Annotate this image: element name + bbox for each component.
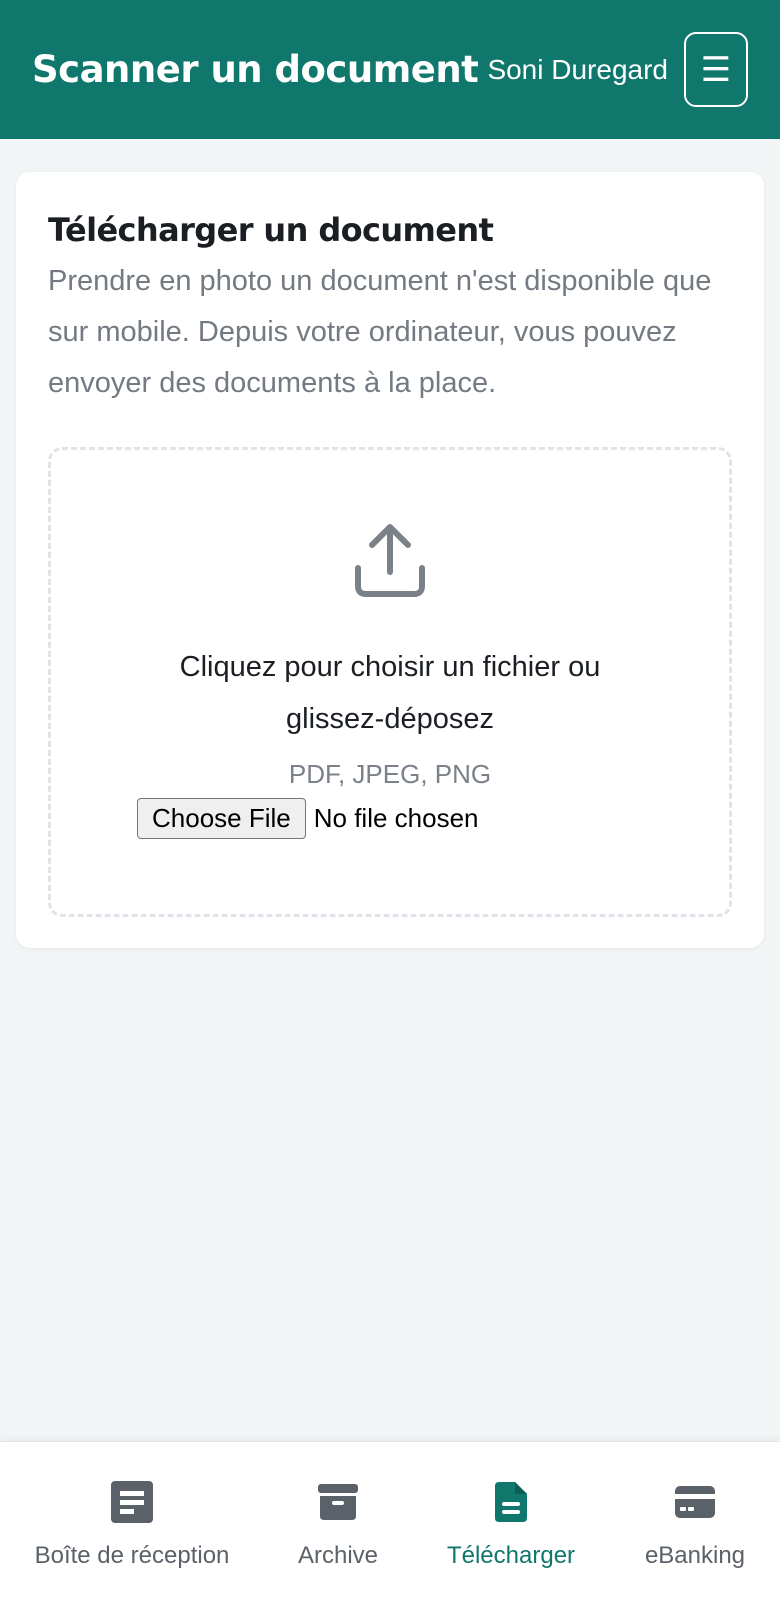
nav-label-archive: Archive <box>297 1542 379 1569</box>
nav-item-archive[interactable]: Archive <box>268 1442 408 1600</box>
archive-box-icon <box>318 1480 358 1524</box>
nav-label-upload: Télécharger <box>446 1542 576 1569</box>
nav-label-inbox: Boîte de réception <box>34 1542 230 1569</box>
nav-item-inbox[interactable]: Boîte de réception <box>34 1442 230 1600</box>
card-description: Prendre en photo un document n'est dispo… <box>48 265 712 399</box>
file-icon <box>495 1480 527 1524</box>
card-title: Télécharger un document <box>48 211 494 249</box>
credit-card-icon <box>675 1480 715 1524</box>
nav-item-upload[interactable]: Télécharger <box>436 1442 586 1600</box>
page-title: Scanner un document <box>32 48 479 91</box>
upload-icon <box>350 520 430 605</box>
user-name[interactable]: Soni Duregard <box>487 54 668 86</box>
choose-file-button[interactable]: Choose File <box>137 798 306 839</box>
menu-button[interactable]: ☰ <box>684 32 748 107</box>
dropzone-instruction: Cliquez pour choisir un fichier ou gliss… <box>179 651 601 735</box>
file-input[interactable]: Choose File No file chosen <box>137 798 479 839</box>
top-bar: Scanner un document Soni Duregard ☰ <box>0 0 780 139</box>
accepted-file-types: PDF, JPEG, PNG <box>288 759 492 789</box>
nav-label-ebanking: eBanking <box>644 1542 746 1569</box>
upload-card: Télécharger un document Prendre en photo… <box>16 172 764 948</box>
file-dropzone[interactable]: Cliquez pour choisir un fichier ou gliss… <box>48 447 732 917</box>
file-status: No file chosen <box>313 803 479 833</box>
bottom-navigation: Boîte de réception Archive Télécharger e… <box>0 1441 780 1600</box>
nav-item-ebanking[interactable]: eBanking <box>632 1442 758 1600</box>
hamburger-icon: ☰ <box>700 49 732 90</box>
inbox-document-icon <box>111 1480 153 1524</box>
